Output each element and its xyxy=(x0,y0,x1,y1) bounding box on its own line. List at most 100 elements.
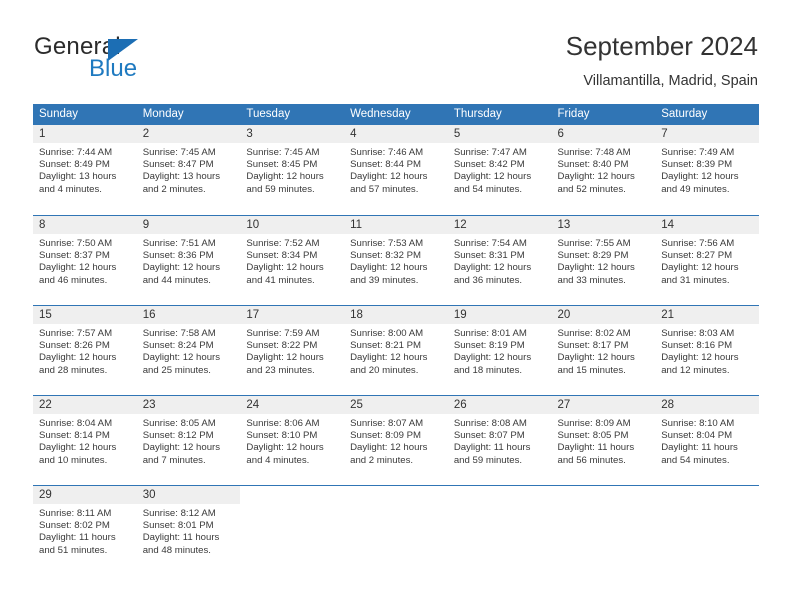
daylight-text-line2: and 4 minutes. xyxy=(39,183,102,195)
daylight-text-line2: and 25 minutes. xyxy=(142,364,211,376)
day-number xyxy=(551,486,656,504)
sunset-text: Sunset: 8:39 PM xyxy=(661,159,733,171)
sunrise-text: Sunrise: 8:11 AM xyxy=(39,508,112,519)
day-number: 20 xyxy=(551,306,656,324)
daylight-text-line1: Daylight: 12 hours xyxy=(350,262,428,274)
daylight-text-line1: Daylight: 12 hours xyxy=(557,352,635,364)
day-details: Sunrise: 7:47 AM Sunset: 8:42 PM Dayligh… xyxy=(448,143,552,196)
day-number: 10 xyxy=(240,216,345,234)
day-cell[interactable]: 21 Sunrise: 8:03 AM Sunset: 8:16 PM Dayl… xyxy=(655,306,759,395)
day-cell[interactable]: 29 Sunrise: 8:11 AM Sunset: 8:02 PM Dayl… xyxy=(33,486,137,575)
sunset-text: Sunset: 8:01 PM xyxy=(142,520,214,532)
day-number: 17 xyxy=(240,306,345,324)
day-number: 15 xyxy=(33,306,137,324)
sunrise-text: Sunrise: 7:46 AM xyxy=(350,147,424,158)
daylight-text-line2: and 39 minutes. xyxy=(350,274,419,286)
sunrise-text: Sunrise: 8:04 AM xyxy=(39,418,113,429)
day-number: 25 xyxy=(344,396,448,414)
weekday-header-monday: Monday xyxy=(142,108,184,120)
daylight-text-line1: Daylight: 12 hours xyxy=(246,352,324,364)
day-cell[interactable]: 14 Sunrise: 7:56 AM Sunset: 8:27 PM Dayl… xyxy=(655,216,759,305)
day-details: Sunrise: 8:02 AM Sunset: 8:17 PM Dayligh… xyxy=(552,324,656,377)
sunset-text: Sunset: 8:07 PM xyxy=(453,430,525,442)
day-cell[interactable]: 13 Sunrise: 7:55 AM Sunset: 8:29 PM Dayl… xyxy=(551,216,656,305)
day-cell[interactable]: 7 Sunrise: 7:49 AM Sunset: 8:39 PM Dayli… xyxy=(655,125,759,215)
daylight-text-line1: Daylight: 12 hours xyxy=(661,352,739,364)
day-cell[interactable]: 25 Sunrise: 8:07 AM Sunset: 8:09 PM Dayl… xyxy=(344,396,448,485)
sunset-text: Sunset: 8:31 PM xyxy=(453,250,525,262)
daylight-text-line1: Daylight: 11 hours xyxy=(661,442,738,454)
day-details: Sunrise: 7:46 AM Sunset: 8:44 PM Dayligh… xyxy=(344,143,448,196)
day-cell[interactable]: 27 Sunrise: 8:09 AM Sunset: 8:05 PM Dayl… xyxy=(551,396,656,485)
day-details: Sunrise: 8:00 AM Sunset: 8:21 PM Dayligh… xyxy=(344,324,448,377)
day-cell[interactable]: 22 Sunrise: 8:04 AM Sunset: 8:14 PM Dayl… xyxy=(33,396,137,485)
day-cell[interactable]: 12 Sunrise: 7:54 AM Sunset: 8:31 PM Dayl… xyxy=(447,216,552,305)
day-number: 7 xyxy=(655,125,759,143)
day-number: 3 xyxy=(240,125,345,143)
daylight-text-line2: and 54 minutes. xyxy=(453,183,523,195)
day-cell[interactable]: 28 Sunrise: 8:10 AM Sunset: 8:04 PM Dayl… xyxy=(655,396,759,485)
daylight-text-line2: and 51 minutes. xyxy=(39,544,108,556)
sunrise-text: Sunrise: 8:01 AM xyxy=(453,328,527,339)
day-number: 6 xyxy=(551,125,656,143)
day-cell[interactable]: 5 Sunrise: 7:47 AM Sunset: 8:42 PM Dayli… xyxy=(447,125,552,215)
day-cell[interactable]: 15 Sunrise: 7:57 AM Sunset: 8:26 PM Dayl… xyxy=(33,306,137,395)
day-cell[interactable]: 19 Sunrise: 8:01 AM Sunset: 8:19 PM Dayl… xyxy=(447,306,552,395)
day-details: Sunrise: 7:44 AM Sunset: 8:49 PM Dayligh… xyxy=(33,143,137,196)
sunset-text: Sunset: 8:37 PM xyxy=(39,250,110,262)
day-number: 28 xyxy=(655,396,759,414)
daylight-text-line2: and 33 minutes. xyxy=(557,274,626,286)
day-cell[interactable]: 4 Sunrise: 7:46 AM Sunset: 8:44 PM Dayli… xyxy=(344,125,448,215)
daylight-text-line1: Daylight: 11 hours xyxy=(453,442,531,454)
daylight-text-line1: Daylight: 12 hours xyxy=(453,171,532,183)
sunrise-text: Sunrise: 7:58 AM xyxy=(142,328,216,339)
calendar-page: General Blue September 2024 Villamantill… xyxy=(0,0,792,612)
day-number: 16 xyxy=(136,306,241,324)
day-number: 24 xyxy=(240,396,345,414)
sunset-text: Sunset: 8:29 PM xyxy=(557,250,629,262)
sunrise-text: Sunrise: 7:51 AM xyxy=(142,238,216,249)
day-cell[interactable]: 6 Sunrise: 7:48 AM Sunset: 8:40 PM Dayli… xyxy=(551,125,656,215)
day-cell[interactable]: 18 Sunrise: 8:00 AM Sunset: 8:21 PM Dayl… xyxy=(344,306,448,395)
daylight-text-line2: and 44 minutes. xyxy=(142,274,211,286)
sunset-text: Sunset: 8:27 PM xyxy=(661,250,733,262)
day-details: Sunrise: 7:54 AM Sunset: 8:31 PM Dayligh… xyxy=(448,234,552,287)
sunset-text: Sunset: 8:40 PM xyxy=(557,159,629,171)
day-number: 2 xyxy=(136,125,241,143)
sunset-text: Sunset: 8:26 PM xyxy=(39,340,110,352)
day-cell[interactable]: 1 Sunrise: 7:44 AM Sunset: 8:49 PM Dayli… xyxy=(33,125,137,215)
day-number: 11 xyxy=(344,216,448,234)
day-details: Sunrise: 8:12 AM Sunset: 8:01 PM Dayligh… xyxy=(137,504,241,557)
day-cell[interactable]: 11 Sunrise: 7:53 AM Sunset: 8:32 PM Dayl… xyxy=(344,216,448,305)
daylight-text-line2: and 12 minutes. xyxy=(661,364,730,376)
sunset-text: Sunset: 8:24 PM xyxy=(142,340,214,352)
sunrise-text: Sunrise: 7:45 AM xyxy=(246,147,320,158)
daylight-text-line1: Daylight: 12 hours xyxy=(350,442,428,454)
day-number: 27 xyxy=(551,396,656,414)
general-blue-logo[interactable]: General Blue xyxy=(34,33,214,85)
day-cell[interactable]: 17 Sunrise: 7:59 AM Sunset: 8:22 PM Dayl… xyxy=(240,306,345,395)
daylight-text-line2: and 2 minutes. xyxy=(350,454,414,466)
daylight-text-line1: Daylight: 12 hours xyxy=(453,352,532,364)
day-cell[interactable]: 9 Sunrise: 7:51 AM Sunset: 8:36 PM Dayli… xyxy=(136,216,241,305)
day-details: Sunrise: 7:49 AM Sunset: 8:39 PM Dayligh… xyxy=(655,143,759,196)
sunrise-text: Sunrise: 7:44 AM xyxy=(39,147,113,158)
day-cell[interactable]: 24 Sunrise: 8:06 AM Sunset: 8:10 PM Dayl… xyxy=(240,396,345,485)
day-cell[interactable]: 10 Sunrise: 7:52 AM Sunset: 8:34 PM Dayl… xyxy=(240,216,345,305)
title-block: September 2024 Villamantilla, Madrid, Sp… xyxy=(566,30,758,91)
weekday-header-friday: Friday xyxy=(557,108,590,120)
day-cell[interactable]: 23 Sunrise: 8:05 AM Sunset: 8:12 PM Dayl… xyxy=(136,396,241,485)
day-cell[interactable]: 26 Sunrise: 8:08 AM Sunset: 8:07 PM Dayl… xyxy=(447,396,552,485)
day-details: Sunrise: 7:45 AM Sunset: 8:45 PM Dayligh… xyxy=(240,143,344,196)
daylight-text-line1: Daylight: 12 hours xyxy=(557,262,635,274)
day-cell[interactable]: 16 Sunrise: 7:58 AM Sunset: 8:24 PM Dayl… xyxy=(136,306,241,395)
day-cell[interactable]: 30 Sunrise: 8:12 AM Sunset: 8:01 PM Dayl… xyxy=(136,486,241,575)
day-cell[interactable]: 20 Sunrise: 8:02 AM Sunset: 8:17 PM Dayl… xyxy=(551,306,656,395)
day-details: Sunrise: 7:55 AM Sunset: 8:29 PM Dayligh… xyxy=(552,234,656,287)
day-cell[interactable]: 3 Sunrise: 7:45 AM Sunset: 8:45 PM Dayli… xyxy=(240,125,345,215)
day-number xyxy=(240,486,345,504)
day-number xyxy=(344,486,448,504)
day-cell[interactable]: 8 Sunrise: 7:50 AM Sunset: 8:37 PM Dayli… xyxy=(33,216,137,305)
daylight-text-line2: and 46 minutes. xyxy=(39,274,108,286)
day-cell[interactable]: 2 Sunrise: 7:45 AM Sunset: 8:47 PM Dayli… xyxy=(136,125,241,215)
